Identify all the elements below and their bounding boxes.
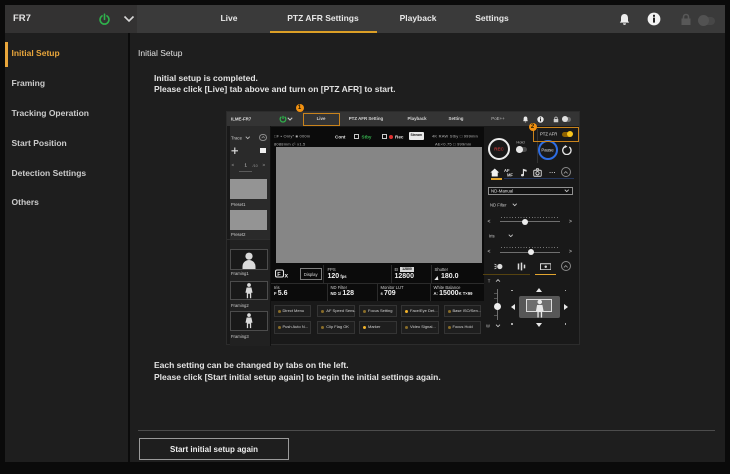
svg-text:x: x bbox=[284, 273, 288, 278]
svg-text:MF: MF bbox=[507, 172, 513, 176]
